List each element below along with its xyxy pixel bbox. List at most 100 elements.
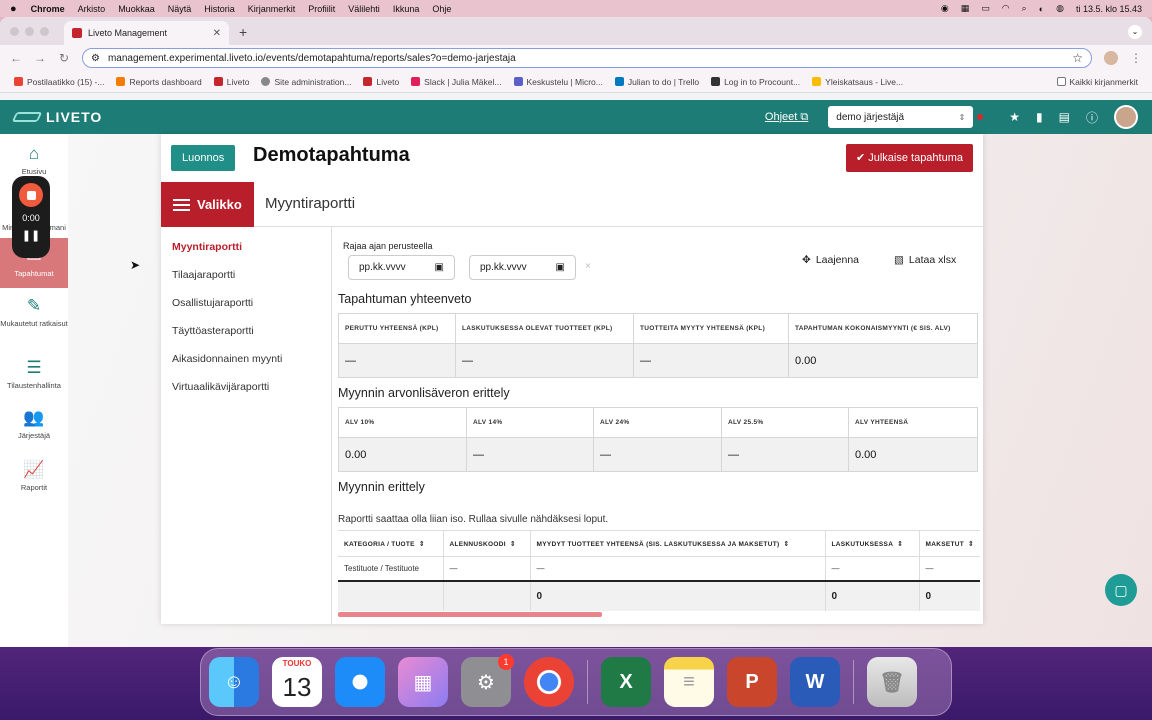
new-tab-icon[interactable]: + <box>239 24 247 40</box>
launchpad-icon[interactable]: ▦ <box>398 657 448 707</box>
bookmark-item[interactable]: Slack | Julia Mäkel... <box>411 77 502 87</box>
clear-dates-icon[interactable]: × <box>585 261 591 272</box>
notes-icon[interactable]: ≡ <box>664 657 714 707</box>
sales-header[interactable]: ALENNUSKOODI ⇕ <box>443 530 531 557</box>
menu-item[interactable]: Ikkuna <box>393 4 420 14</box>
minimize-window-icon[interactable] <box>25 27 34 36</box>
bookmark-item[interactable]: Reports dashboard <box>116 77 202 87</box>
tab-search-icon[interactable]: ⌄ <box>1128 25 1142 39</box>
end-date-input[interactable]: pp.kk.vvvv ▣ <box>469 255 576 280</box>
close-tab-icon[interactable]: ✕ <box>213 28 221 39</box>
safari-icon[interactable]: ✧ <box>335 657 385 707</box>
bookmark-item[interactable]: Liveto <box>213 77 249 87</box>
bookmark-item[interactable]: Yleiskatsaus - Live... <box>812 77 903 87</box>
report-nav-occupancy[interactable]: Täyttöasteraportti <box>172 325 254 337</box>
menu-item[interactable]: Kirjanmerkit <box>248 4 296 14</box>
publish-button[interactable]: ✔ Julkaise tapahtuma <box>845 144 973 172</box>
status-badge[interactable]: Luonnos <box>171 145 236 171</box>
help-link[interactable]: Ohjeet ⧉ <box>765 111 808 124</box>
menu-item[interactable]: Välilehti <box>348 4 380 14</box>
grid-icon[interactable]: ▦ <box>961 3 970 14</box>
record-status-icon[interactable]: ◉ <box>941 3 949 14</box>
close-window-icon[interactable] <box>10 27 19 36</box>
liveto-logo-icon <box>11 112 43 122</box>
menu-item[interactable]: Ohje <box>432 4 451 14</box>
calendar-picker-icon[interactable]: ▣ <box>435 262 444 273</box>
chat-icon[interactable]: ▤ <box>1059 110 1070 124</box>
pause-icon[interactable]: ❚❚ <box>12 229 50 242</box>
report-nav-orders[interactable]: Tilaajaraportti <box>172 269 235 281</box>
bookmark-item[interactable]: Julian to do | Trello <box>614 77 699 87</box>
bookmark-item[interactable]: Site administration... <box>261 77 351 87</box>
sales-header[interactable]: LASKUTUKSESSA ⇕ <box>825 530 920 557</box>
menu-app-name[interactable]: Chrome <box>31 4 65 14</box>
powerpoint-icon[interactable]: P <box>727 657 777 707</box>
bookmark-star-icon[interactable]: ☆ <box>1072 51 1083 65</box>
back-icon[interactable]: ← <box>10 51 22 65</box>
wifi-icon[interactable]: ◠ <box>1002 3 1010 14</box>
menu-item[interactable]: Profiilit <box>308 4 335 14</box>
stop-recording-button[interactable] <box>19 183 43 207</box>
report-nav-sales[interactable]: Myyntiraportti <box>172 241 242 253</box>
menu-item[interactable]: Muokkaa <box>118 4 155 14</box>
address-bar[interactable]: ⚙ management.experimental.liveto.io/even… <box>82 48 1092 68</box>
sort-icon[interactable]: ⇕ <box>897 541 903 548</box>
reload-icon[interactable]: ↻ <box>58 51 70 65</box>
battery-icon[interactable]: ▭ <box>981 3 990 14</box>
report-nav-participants[interactable]: Osallistujaraportti <box>172 297 253 309</box>
control-center-icon[interactable]: ◐ <box>1039 4 1044 14</box>
liveto-logo[interactable]: LIVETO <box>11 109 102 125</box>
horizontal-scrollbar[interactable] <box>338 612 602 617</box>
sales-header[interactable]: MAKSETUT ⇕ <box>919 530 981 557</box>
search-icon[interactable]: ⌕ <box>1022 3 1027 14</box>
browser-menu-icon[interactable]: ⋮ <box>1130 51 1142 65</box>
download-xlsx-button[interactable]: ▧ Lataa xlsx <box>894 254 956 266</box>
support-chat-button[interactable]: ▢ <box>1105 574 1137 606</box>
calendar-picker-icon[interactable]: ▣ <box>556 262 565 273</box>
sidebar-item-organizer[interactable]: 👥 Järjestäjä <box>0 408 68 440</box>
sidebar-item-home[interactable]: ⌂ Etusivu <box>0 144 68 176</box>
chrome-icon[interactable] <box>524 657 574 707</box>
calendar-app-icon[interactable]: TOUKO 13 <box>272 657 322 707</box>
bookmark-item[interactable]: Liveto <box>363 77 399 87</box>
trash-icon[interactable]: 🗑 <box>867 657 917 707</box>
word-icon[interactable]: W <box>790 657 840 707</box>
sidebar-item-custom-solutions[interactable]: ✎ Mukautetut ratkaisut <box>0 296 68 328</box>
apple-icon[interactable]: ● <box>10 3 17 15</box>
menu-item[interactable]: Näytä <box>168 4 192 14</box>
tab-liveto[interactable]: Liveto Management ✕ <box>64 21 229 45</box>
sales-header[interactable]: KATEGORIA / TUOTE ⇕ <box>338 530 444 557</box>
expand-button[interactable]: ✥ Laajenna <box>802 254 859 266</box>
bookmark-item[interactable]: Postilaatikko (15) -... <box>14 77 104 87</box>
sort-icon[interactable]: ⇕ <box>419 541 425 548</box>
organizer-select[interactable]: demo järjestäjä ⇕ <box>828 106 974 128</box>
start-date-input[interactable]: pp.kk.vvvv ▣ <box>348 255 455 280</box>
system-settings-icon[interactable]: ⚙ 1 <box>461 654 514 707</box>
report-nav-timed-sales[interactable]: Aikasidonnainen myynti <box>172 353 282 365</box>
sort-icon[interactable]: ⇕ <box>783 541 789 548</box>
info-icon[interactable]: ⓘ <box>1086 109 1098 126</box>
star-icon[interactable]: ★ <box>1009 110 1020 124</box>
menubar-clock[interactable]: ti 13.5. klo 15.43 <box>1076 4 1142 14</box>
menu-item[interactable]: Historia <box>204 4 235 14</box>
sidebar-item-order-management[interactable]: ☰ Tilaustenhallinta <box>0 358 68 390</box>
sales-header[interactable]: MYYDYT TUOTTEET YHTEENSÄ (SIS. LASKUTUKS… <box>530 530 826 557</box>
bookmark-icon[interactable]: ▮ <box>1036 110 1043 124</box>
sort-icon[interactable]: ⇕ <box>968 541 974 548</box>
bookmark-item[interactable]: Keskustelu | Micro... <box>513 77 603 87</box>
excel-icon[interactable]: X <box>601 657 651 707</box>
all-bookmarks[interactable]: Kaikki kirjanmerkit <box>1056 77 1138 87</box>
forward-icon[interactable]: → <box>34 51 46 65</box>
sidebar-item-reports[interactable]: 📈 Raportit <box>0 460 68 492</box>
menu-item[interactable]: Arkisto <box>78 4 106 14</box>
user-avatar[interactable] <box>1114 105 1138 129</box>
finder-icon[interactable]: ☺ <box>209 657 259 707</box>
siri-icon[interactable]: ◍ <box>1056 3 1064 14</box>
site-info-icon[interactable]: ⚙ <box>91 53 100 64</box>
sort-icon[interactable]: ⇕ <box>510 541 516 548</box>
maximize-window-icon[interactable] <box>40 27 49 36</box>
menu-button[interactable]: Valikko <box>161 182 254 227</box>
bookmark-item[interactable]: Log in to Procount... <box>711 77 800 87</box>
profile-avatar[interactable] <box>1104 51 1118 65</box>
report-nav-virtual-visitors[interactable]: Virtuaalikävijäraportti <box>172 381 269 393</box>
